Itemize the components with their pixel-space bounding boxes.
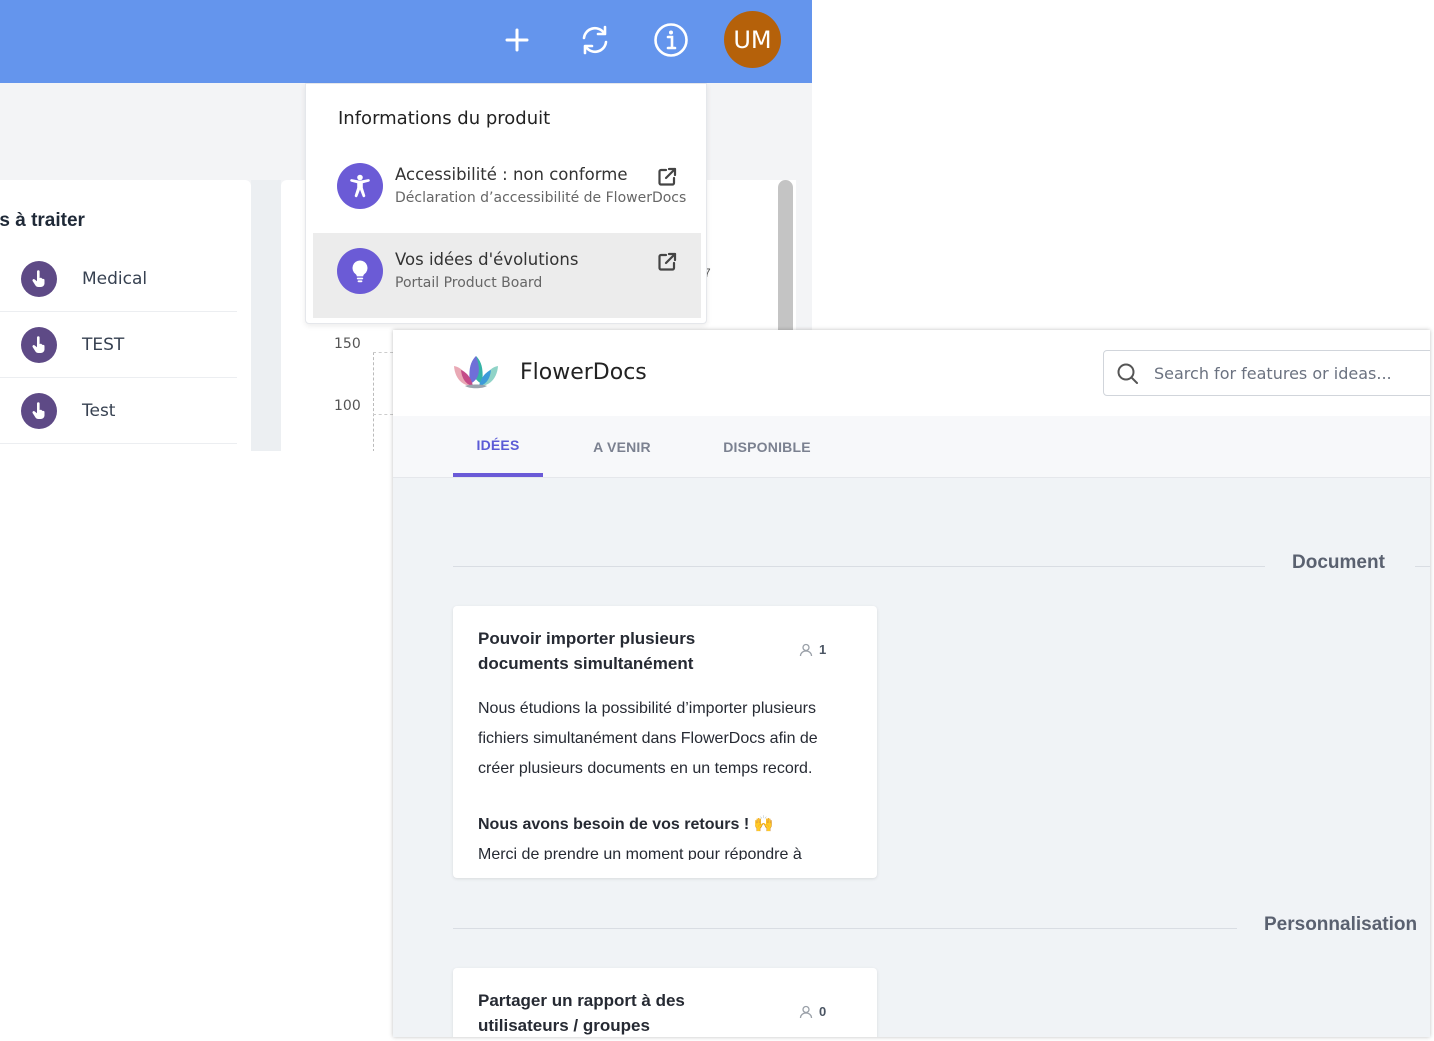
hand-pointer-icon [21, 260, 57, 297]
vote-count: 0 [799, 1004, 826, 1019]
accessibility-menu-item[interactable]: Accessibilité : non conforme Déclaration… [313, 148, 701, 233]
chart-y-tick: 150 [334, 336, 361, 352]
idea-description: Nous étudions la possibilité d’importer … [478, 700, 818, 777]
list-item-label: Test [82, 400, 116, 421]
dropdown-title: Informations du produit [338, 108, 551, 129]
list-item-label: TEST [82, 334, 125, 355]
section-title-document: Document [1292, 552, 1385, 573]
external-link-icon[interactable] [656, 166, 678, 188]
portal-tabs: IDÉES A VENIR DISPONIBLE [393, 416, 1430, 478]
chart-gridline [373, 414, 393, 415]
tab-a-venir[interactable]: A VENIR [583, 416, 661, 477]
idea-title: Partager un rapport à des utilisateurs /… [478, 991, 685, 1035]
section-divider [453, 928, 1237, 929]
search-input[interactable] [1154, 351, 1430, 395]
refresh-icon[interactable] [575, 20, 615, 60]
accessibility-icon [337, 163, 383, 209]
chart-gridline [373, 352, 393, 353]
vote-count-value: 0 [819, 1004, 827, 1019]
search-icon [1117, 363, 1138, 384]
tab-idees[interactable]: IDÉES [453, 416, 543, 477]
top-bar: UM [0, 0, 812, 83]
list-item[interactable]: Test [0, 378, 237, 444]
plus-icon[interactable] [497, 20, 537, 60]
avatar[interactable]: UM [724, 11, 781, 68]
panel-gutter [251, 180, 281, 451]
idea-card[interactable]: Pouvoir importer plusieurs documents sim… [453, 606, 877, 878]
section-divider [453, 566, 1265, 567]
section-divider [1415, 566, 1430, 567]
vote-count: 1 [799, 642, 826, 657]
list-item-label: Medical [82, 268, 148, 289]
tasks-list: Medical TEST Test [0, 246, 237, 444]
ideas-menu-item[interactable]: Vos idées d'évolutions Portail Product B… [313, 233, 701, 318]
hand-pointer-icon [21, 392, 57, 429]
idea-title: Pouvoir importer plusieurs documents sim… [478, 629, 696, 673]
hand-pointer-icon [21, 326, 57, 363]
portal-brand-name: FlowerDocs [520, 360, 647, 385]
external-link-icon[interactable] [656, 251, 678, 273]
idea-card[interactable]: Partager un rapport à des utilisateurs /… [453, 968, 877, 1037]
section-title-personnalisation: Personnalisation [1264, 914, 1418, 935]
product-info-dropdown: Informations du produit Accessibilité : … [305, 83, 707, 324]
user-icon [799, 1005, 813, 1018]
ideas-title: Vos idées d'évolutions [395, 250, 579, 269]
product-board-portal: FlowerDocs IDÉES A VENIR DISPONIBLE Docu… [393, 330, 1430, 1037]
lightbulb-icon [337, 248, 383, 294]
accessibility-title: Accessibilité : non conforme [395, 165, 628, 184]
info-icon[interactable] [651, 20, 691, 60]
idea-truncated-text: Merci de prendre un moment pour répondre… [478, 846, 802, 860]
chart-scrollbar[interactable] [778, 180, 793, 340]
flowerdocs-logo-icon [454, 356, 498, 389]
vote-count-value: 1 [819, 642, 827, 657]
tab-disponible[interactable]: DISPONIBLE [715, 416, 819, 477]
chart-y-axis [373, 352, 374, 451]
tasks-card: rs à traiter Medical TEST Test [0, 180, 251, 451]
ideas-subtitle: Portail Product Board [395, 275, 543, 291]
list-item[interactable]: Medical [0, 246, 237, 312]
search-box [1103, 350, 1430, 396]
portal-header: FlowerDocs [393, 330, 1430, 416]
chart-y-tick: 100 [334, 398, 361, 414]
accessibility-subtitle: Déclaration d’accessibilité de FlowerDoc… [395, 190, 687, 206]
list-item[interactable]: TEST [0, 312, 237, 378]
user-icon [799, 643, 813, 656]
idea-emphasis: Nous avons besoin de vos retours ! 🙌 [478, 816, 774, 833]
tasks-card-title: rs à traiter [0, 210, 85, 231]
